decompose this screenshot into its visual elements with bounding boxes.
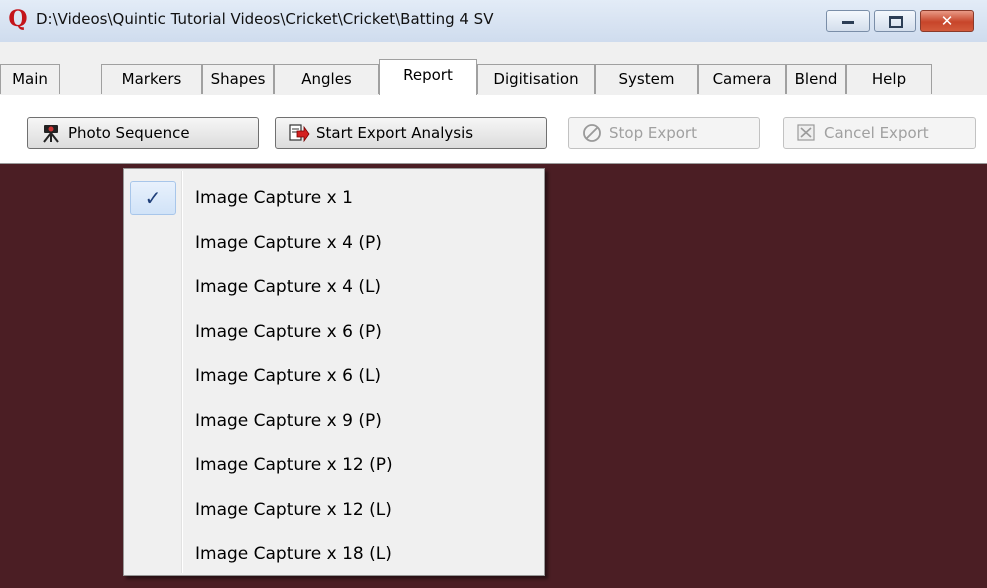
start-export-label: Start Export Analysis bbox=[316, 124, 474, 142]
tab-blend[interactable]: Blend bbox=[786, 64, 846, 94]
export-arrow-icon bbox=[289, 124, 310, 143]
camera-tripod-icon bbox=[43, 125, 59, 143]
menu-item-label: Image Capture x 12 (P) bbox=[195, 455, 393, 475]
maximize-button[interactable] bbox=[874, 10, 916, 32]
tab-digitisation[interactable]: Digitisation bbox=[477, 64, 595, 94]
menu-item-label: Image Capture x 12 (L) bbox=[195, 500, 392, 520]
menu-item-image-capture-x4-l[interactable]: Image Capture x 4 (L) bbox=[127, 268, 541, 306]
cancel-export-label: Cancel Export bbox=[824, 124, 929, 142]
menu-item-image-capture-x6-p[interactable]: Image Capture x 6 (P) bbox=[127, 313, 541, 351]
menu-item-image-capture-x4-p[interactable]: Image Capture x 4 (P) bbox=[127, 224, 541, 262]
menu-item-label: Image Capture x 6 (L) bbox=[195, 366, 382, 386]
maximize-icon bbox=[889, 16, 903, 28]
tab-shapes[interactable]: Shapes bbox=[202, 64, 274, 94]
stop-icon bbox=[583, 124, 601, 142]
title-bar[interactable]: Q D:\Videos\Quintic Tutorial Videos\Cric… bbox=[0, 0, 987, 43]
tab-report[interactable]: Report bbox=[379, 59, 477, 95]
menu-item-label: Image Capture x 18 (L) bbox=[195, 544, 392, 564]
tab-markers[interactable]: Markers bbox=[101, 64, 202, 94]
tab-help[interactable]: Help bbox=[846, 64, 932, 94]
menu-strip-spacer bbox=[0, 42, 987, 57]
tab-system[interactable]: System bbox=[595, 64, 698, 94]
report-toolbar: Photo Sequence Start Export Analysis Sto… bbox=[0, 95, 987, 164]
close-button[interactable]: ✕ bbox=[920, 10, 974, 32]
photo-sequence-menu: ✓ Image Capture x 1 Image Capture x 4 (P… bbox=[123, 168, 545, 576]
menu-item-image-capture-x1[interactable]: ✓ Image Capture x 1 bbox=[127, 179, 541, 217]
minimize-button[interactable] bbox=[826, 10, 870, 32]
minimize-icon bbox=[842, 21, 854, 24]
stop-export-label: Stop Export bbox=[609, 124, 697, 142]
photo-sequence-label: Photo Sequence bbox=[68, 124, 190, 142]
tab-angles[interactable]: Angles bbox=[274, 64, 379, 94]
menu-item-label: Image Capture x 4 (L) bbox=[195, 277, 382, 297]
tab-strip: Main Markers Shapes Angles Report Digiti… bbox=[0, 57, 987, 96]
tab-camera[interactable]: Camera bbox=[698, 64, 786, 94]
tab-main[interactable]: Main bbox=[0, 64, 60, 94]
photo-sequence-button[interactable]: Photo Sequence bbox=[27, 117, 259, 149]
cancel-export-button[interactable]: Cancel Export bbox=[783, 117, 976, 149]
menu-item-label: Image Capture x 9 (P) bbox=[195, 411, 382, 431]
cancel-document-icon bbox=[797, 124, 815, 141]
menu-item-image-capture-x6-l[interactable]: Image Capture x 6 (L) bbox=[127, 357, 541, 395]
close-icon: ✕ bbox=[940, 12, 954, 30]
menu-item-image-capture-x9-p[interactable]: Image Capture x 9 (P) bbox=[127, 402, 541, 440]
menu-item-image-capture-x18-l[interactable]: Image Capture x 18 (L) bbox=[127, 535, 541, 573]
menu-item-image-capture-x12-l[interactable]: Image Capture x 12 (L) bbox=[127, 491, 541, 529]
checkmark-icon: ✓ bbox=[144, 186, 162, 210]
check-highlight: ✓ bbox=[130, 181, 176, 215]
menu-item-image-capture-x12-p[interactable]: Image Capture x 12 (P) bbox=[127, 446, 541, 484]
menu-item-label: Image Capture x 1 bbox=[195, 188, 353, 208]
window-title: D:\Videos\Quintic Tutorial Videos\Cricke… bbox=[36, 10, 494, 28]
menu-item-label: Image Capture x 6 (P) bbox=[195, 322, 382, 342]
menu-item-label: Image Capture x 4 (P) bbox=[195, 233, 382, 253]
app-icon[interactable]: Q bbox=[7, 7, 29, 31]
stop-export-button[interactable]: Stop Export bbox=[568, 117, 760, 149]
start-export-button[interactable]: Start Export Analysis bbox=[275, 117, 547, 149]
